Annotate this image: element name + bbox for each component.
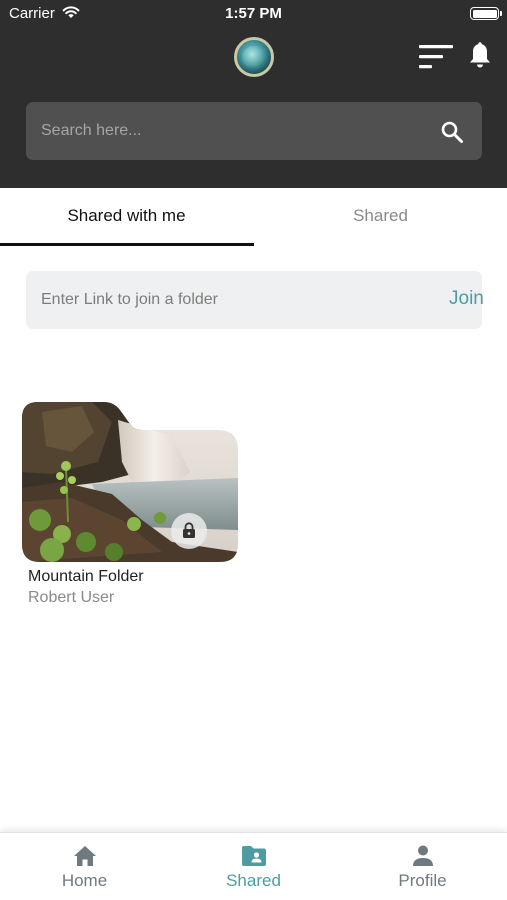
person-icon — [413, 845, 433, 866]
nav-home-label: Home — [61, 871, 108, 890]
globe-avatar-icon[interactable] — [234, 37, 274, 77]
folder-thumbnail — [22, 402, 238, 562]
join-folder-bar: Join — [26, 271, 484, 329]
folder-card[interactable]: Mountain Folder Robert User — [22, 402, 240, 612]
search-input[interactable] — [26, 102, 426, 160]
status-bar: Carrier 1:57 PM — [0, 0, 507, 28]
lock-icon — [183, 522, 195, 538]
search-bar — [26, 102, 482, 160]
status-time: 1:57 PM — [225, 5, 282, 22]
nav-profile-label: Profile — [398, 871, 447, 890]
nav-home[interactable]: Home — [0, 833, 169, 900]
active-tab-indicator — [0, 243, 254, 246]
bell-icon[interactable] — [468, 42, 492, 70]
shared-folder-icon — [242, 846, 266, 866]
search-icon[interactable] — [440, 120, 464, 144]
tab-shared[interactable]: Shared — [254, 188, 507, 246]
locked-badge — [171, 513, 207, 549]
home-icon — [74, 846, 96, 866]
bottom-navigation: Home Shared Profile — [0, 832, 507, 900]
tab-bar: Shared with me Shared — [0, 188, 507, 246]
nav-shared-label: Shared — [226, 871, 281, 890]
folder-owner: Robert User — [28, 589, 115, 606]
battery-icon — [470, 7, 502, 20]
folder-link-input[interactable] — [26, 271, 406, 329]
nav-shared[interactable]: Shared — [169, 833, 338, 900]
folder-name: Mountain Folder — [28, 568, 144, 585]
tab-shared-with-me[interactable]: Shared with me — [0, 188, 253, 246]
join-button[interactable]: Join — [436, 271, 496, 329]
nav-profile[interactable]: Profile — [338, 833, 507, 900]
sort-filter-icon[interactable] — [419, 44, 453, 70]
app-header: Carrier 1:57 PM — [0, 0, 507, 188]
